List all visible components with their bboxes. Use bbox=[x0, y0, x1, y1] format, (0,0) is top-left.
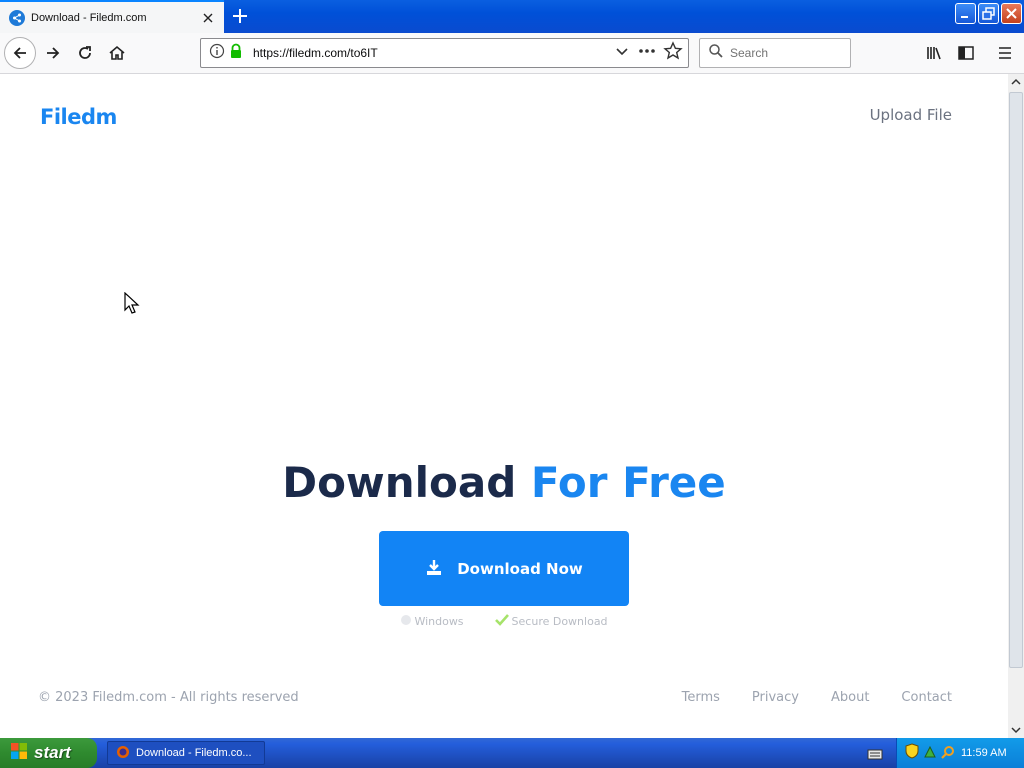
restore-button[interactable] bbox=[978, 3, 999, 24]
firefox-icon bbox=[116, 745, 130, 762]
keyboard-icon[interactable] bbox=[867, 746, 883, 765]
home-icon bbox=[109, 45, 125, 60]
start-label: start bbox=[34, 743, 71, 762]
system-tray: 11:59 AM bbox=[896, 738, 1024, 768]
info-icon[interactable] bbox=[209, 43, 225, 63]
download-now-label: Download Now bbox=[457, 559, 583, 578]
back-button[interactable] bbox=[4, 37, 36, 69]
forward-button[interactable] bbox=[38, 38, 68, 68]
network-icon[interactable] bbox=[923, 744, 937, 763]
library-button[interactable] bbox=[922, 41, 946, 65]
site-logo[interactable]: Filedm bbox=[40, 105, 117, 129]
arrow-right-icon bbox=[47, 47, 60, 59]
search-tray-icon[interactable] bbox=[941, 744, 955, 763]
chevron-down-icon[interactable] bbox=[612, 41, 632, 65]
windows-badge-label: Windows bbox=[414, 615, 464, 628]
menu-button[interactable] bbox=[993, 41, 1017, 65]
search-input[interactable]: Search bbox=[730, 46, 768, 60]
bookmark-star-icon[interactable] bbox=[662, 41, 684, 65]
windows-flag-icon bbox=[10, 742, 28, 764]
reload-button[interactable] bbox=[70, 38, 100, 68]
clock: 11:59 AM bbox=[961, 747, 1007, 759]
download-now-button[interactable]: Download Now bbox=[379, 531, 629, 606]
share-icon bbox=[9, 9, 25, 26]
taskbar-item-browser[interactable]: Download - Filedm.co... bbox=[107, 741, 265, 765]
tab-close-icon[interactable] bbox=[200, 10, 216, 26]
footer-links: Terms Privacy About Contact bbox=[682, 690, 952, 705]
taskbar: start Download - Filedm.co... 11:59 AM bbox=[0, 738, 1024, 768]
start-button[interactable]: start bbox=[0, 738, 97, 768]
page-content: Filedm Upload File Download For Free Dow… bbox=[0, 75, 1008, 738]
window-controls bbox=[955, 3, 1022, 24]
secure-download-label: Secure Download bbox=[511, 615, 608, 628]
headline-part1: Download bbox=[282, 458, 517, 507]
browser-tab-strip: Download - Filedm.com bbox=[0, 0, 1024, 33]
page-scrollbar[interactable] bbox=[1008, 74, 1024, 738]
search-icon bbox=[708, 43, 724, 63]
close-window-button[interactable] bbox=[1001, 3, 1022, 24]
scrollbar-thumb[interactable] bbox=[1009, 92, 1023, 668]
reload-icon bbox=[79, 46, 91, 59]
sidebar-icon bbox=[958, 46, 974, 60]
url-bar[interactable]: https://filedm.com/to6IT bbox=[200, 38, 689, 68]
footer-link-about[interactable]: About bbox=[831, 690, 869, 705]
page-actions-icon[interactable] bbox=[636, 41, 658, 65]
windows-badge: Windows bbox=[400, 613, 464, 630]
arrow-left-icon bbox=[13, 47, 26, 59]
browser-tab[interactable]: Download - Filedm.com bbox=[0, 0, 224, 33]
home-button[interactable] bbox=[102, 38, 132, 68]
scroll-up-arrow-icon[interactable] bbox=[1008, 74, 1024, 90]
search-bar[interactable]: Search bbox=[699, 38, 851, 68]
footer-link-contact[interactable]: Contact bbox=[901, 690, 952, 705]
mouse-cursor-icon bbox=[124, 291, 140, 320]
upload-file-link[interactable]: Upload File bbox=[870, 106, 952, 124]
sidebar-button[interactable] bbox=[954, 41, 978, 65]
url-text[interactable]: https://filedm.com/to6IT bbox=[253, 46, 378, 60]
windows-icon bbox=[400, 614, 412, 629]
copyright-text: © 2023 Filedm.com - All rights reserved bbox=[38, 690, 299, 705]
library-icon bbox=[927, 47, 941, 60]
lock-icon[interactable] bbox=[229, 43, 243, 63]
new-tab-button[interactable] bbox=[228, 5, 252, 27]
headline-part2: For Free bbox=[530, 458, 726, 507]
navigation-toolbar: https://filedm.com/to6IT Search bbox=[0, 33, 1024, 74]
scroll-down-arrow-icon[interactable] bbox=[1008, 722, 1024, 738]
page-headline: Download For Free bbox=[0, 458, 1008, 507]
secure-download-badge: Secure Download bbox=[494, 613, 608, 630]
tab-title: Download - Filedm.com bbox=[31, 11, 147, 24]
minimize-button[interactable] bbox=[955, 3, 976, 24]
footer-link-terms[interactable]: Terms bbox=[682, 690, 720, 705]
security-shield-icon[interactable] bbox=[905, 743, 919, 763]
hamburger-icon bbox=[999, 47, 1011, 59]
footer-link-privacy[interactable]: Privacy bbox=[752, 690, 799, 705]
taskbar-item-label: Download - Filedm.co... bbox=[136, 747, 252, 759]
download-badges: Windows Secure Download bbox=[0, 613, 1008, 630]
checkmark-icon bbox=[494, 613, 510, 630]
download-icon bbox=[425, 558, 443, 580]
